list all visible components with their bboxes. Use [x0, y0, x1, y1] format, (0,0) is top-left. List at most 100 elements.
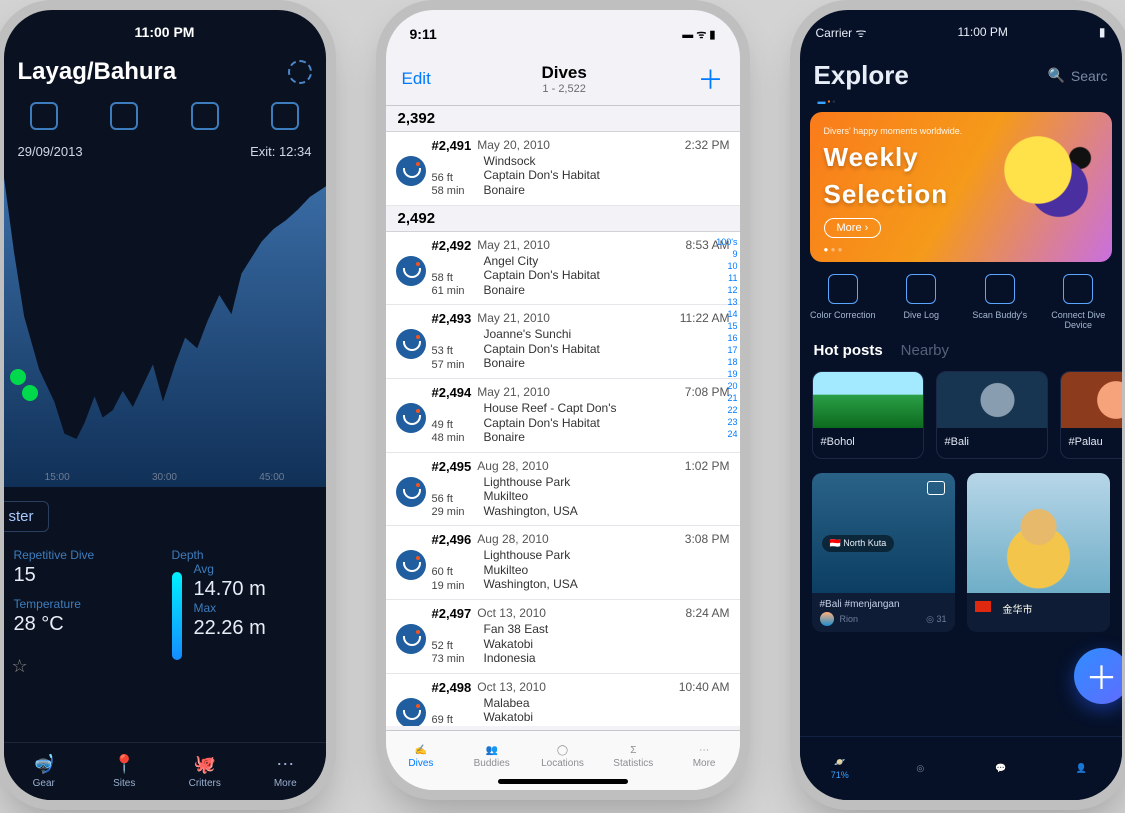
max-depth-value: 22.26 m — [194, 617, 316, 640]
chart-icon[interactable] — [30, 102, 58, 130]
hot-card-bali[interactable]: #Bali — [936, 371, 1048, 459]
explore-app: Carrier ᯤ 11:00 PM ▮ Explore 🔍 Searc ▬▪▪… — [800, 10, 1122, 800]
tab-hot-posts[interactable]: Hot posts — [814, 342, 883, 359]
photo-marker-icon[interactable] — [10, 369, 26, 385]
max-label: Max — [194, 601, 316, 615]
repetitive-value: 15 — [14, 564, 158, 587]
dive-profile-app: 11:00 PM Layag/Bahura 29/09/2013 Exit: 1… — [4, 10, 326, 800]
pencil-icon — [906, 274, 936, 304]
depth-gradient-bar — [172, 572, 182, 660]
feed-grid[interactable]: 🇮🇩 North Kuta #Bali #menjangan Rion ◎ 31… — [800, 473, 1122, 632]
dives-list[interactable]: 2,392 #2,491May 20, 20102:32 PM56 ft58 m… — [386, 106, 740, 726]
hot-card-bohol[interactable]: #Bohol — [812, 371, 924, 459]
exit-time: Exit: 12:34 — [250, 144, 311, 159]
add-post-fab[interactable]: ＋ — [1074, 648, 1122, 704]
quick-scan-buddy[interactable]: Scan Buddy's — [964, 274, 1036, 330]
tab-locations[interactable]: ◯Locations — [527, 731, 598, 782]
dive-row[interactable]: #2,495Aug 28, 20101:02 PM56 ft29 minLigh… — [386, 453, 740, 527]
nav-bar: Edit Dives 1 - 2,522 ＋ — [386, 58, 740, 106]
feed-card[interactable]: 🇮🇩 North Kuta #Bali #menjangan Rion ◎ 31 — [812, 473, 955, 632]
dive-icon — [396, 698, 426, 726]
dive-icon — [396, 156, 426, 186]
dive-date: 29/09/2013 — [18, 144, 83, 159]
tab-buddies[interactable]: 👥Buddies — [456, 731, 527, 782]
tab-messages[interactable]: 💬 — [961, 737, 1042, 800]
dive-row[interactable]: #2,498Oct 13, 201010:40 AM69 ft54 minMal… — [386, 674, 740, 726]
dive-row[interactable]: #2,491May 20, 20102:32 PM56 ft58 minWind… — [386, 132, 740, 206]
status-time: 11:00 PM — [135, 24, 195, 40]
status-bar: 11:00 PM — [4, 10, 326, 54]
dive-row[interactable]: #2,493May 21, 201011:22 AM53 ft57 minJoa… — [386, 305, 740, 379]
dive-icon — [396, 550, 426, 580]
favorite-star-icon[interactable]: ☆ — [12, 656, 318, 677]
temperature-value: 28 °C — [14, 613, 158, 636]
flag-cn-icon — [975, 601, 991, 612]
tank-icon[interactable] — [110, 102, 138, 130]
tab-dives[interactable]: ✍Dives — [386, 731, 457, 782]
tab-activity[interactable]: ◎ — [880, 737, 961, 800]
add-dive-button[interactable]: ＋ — [697, 60, 723, 97]
quick-color-correction[interactable]: Color Correction — [807, 274, 879, 330]
depth-chart[interactable]: 15:00 30:00 45:00 — [4, 167, 326, 487]
dive-icon — [396, 256, 426, 286]
avg-label: Avg — [194, 562, 316, 576]
hero-banner[interactable]: Divers' happy moments worldwide. Weekly … — [810, 112, 1112, 262]
settings-target-icon[interactable] — [288, 60, 312, 84]
spiral-icon: ◎ — [880, 763, 961, 774]
temperature-label: Temperature — [14, 597, 158, 611]
dive-icon — [396, 477, 426, 507]
x-axis-labels: 15:00 30:00 45:00 — [4, 472, 326, 483]
gas-selector[interactable]: ster — [4, 501, 49, 532]
color-correction-icon — [828, 274, 858, 304]
photo-marker-icon[interactable] — [22, 385, 38, 401]
hero-more-button[interactable]: More › — [824, 218, 882, 238]
profile-icon: 👤 — [1041, 763, 1122, 774]
scan-icon — [985, 274, 1015, 304]
repetitive-label: Repetitive Dive — [14, 548, 158, 562]
page-title: Explore — [814, 60, 1038, 91]
carousel-dots[interactable]: ● ● ● — [824, 245, 843, 254]
tab-gear[interactable]: 🤿Gear — [4, 743, 85, 800]
feed-caption: #Bali #menjangan — [812, 593, 955, 612]
feed-author[interactable]: Rion ◎ 31 — [812, 612, 955, 632]
tab-nearby[interactable]: Nearby — [901, 342, 949, 359]
dive-row[interactable]: #2,492May 21, 20108:53 AM58 ft61 minAnge… — [386, 232, 740, 306]
status-time: 11:00 PM — [957, 25, 1007, 39]
quick-connect-device[interactable]: Connect Dive Device — [1042, 274, 1114, 330]
tab-sites[interactable]: 📍Sites — [84, 743, 165, 800]
feed-card[interactable]: 金华市 — [967, 473, 1110, 632]
status-bar: 9:11 ▬ ᯤ ▮ — [386, 10, 740, 58]
nav-subtitle: 1 - 2,522 — [431, 83, 698, 95]
depth-label: Depth — [172, 548, 316, 562]
dive-row[interactable]: #2,497Oct 13, 20108:24 AM52 ft73 minFan … — [386, 600, 740, 674]
search-input[interactable]: 🔍 Searc — [1047, 67, 1107, 84]
hot-destinations[interactable]: #Bohol #Bali #Palau — [800, 359, 1122, 473]
nudibranch-image — [982, 122, 1112, 242]
hot-card-palau[interactable]: #Palau — [1060, 371, 1122, 459]
tab-more[interactable]: ⋯More — [245, 743, 326, 800]
title-row: Explore 🔍 Searc — [800, 54, 1122, 97]
camera-icon[interactable] — [271, 102, 299, 130]
avatar — [820, 612, 834, 626]
chat-icon: 💬 — [961, 763, 1042, 774]
tab-bar: 🤿Gear 📍Sites 🐙Critters ⋯More — [4, 742, 326, 800]
notes-icon[interactable] — [191, 102, 219, 130]
tab-critters[interactable]: 🐙Critters — [165, 743, 246, 800]
index-bar[interactable]: 100's9101112131415161718192021222324 — [716, 236, 737, 440]
dive-icon — [396, 624, 426, 654]
tab-more[interactable]: ⋯More — [669, 731, 740, 782]
tab-statistics[interactable]: ΣStatistics — [598, 731, 669, 782]
stats-panel: Repetitive Dive 15 Temperature 28 °C Dep… — [4, 542, 326, 646]
dive-row[interactable]: #2,496Aug 28, 20103:08 PM60 ft19 minLigh… — [386, 526, 740, 600]
device-icon — [1063, 274, 1093, 304]
carrier-label: Carrier — [816, 26, 853, 40]
section-header: 2,492 — [386, 206, 740, 232]
tab-profile[interactable]: 👤 — [1041, 737, 1122, 800]
edit-button[interactable]: Edit — [402, 69, 431, 89]
dive-row[interactable]: #2,494May 21, 20107:08 PM49 ft48 minHous… — [386, 379, 740, 453]
feed-image — [967, 473, 1110, 593]
dive-site-title: Layag/Bahura — [18, 58, 288, 86]
tab-explore[interactable]: 🪐71% — [800, 737, 881, 800]
quick-dive-log[interactable]: Dive Log — [885, 274, 957, 330]
home-indicator[interactable] — [498, 779, 628, 784]
